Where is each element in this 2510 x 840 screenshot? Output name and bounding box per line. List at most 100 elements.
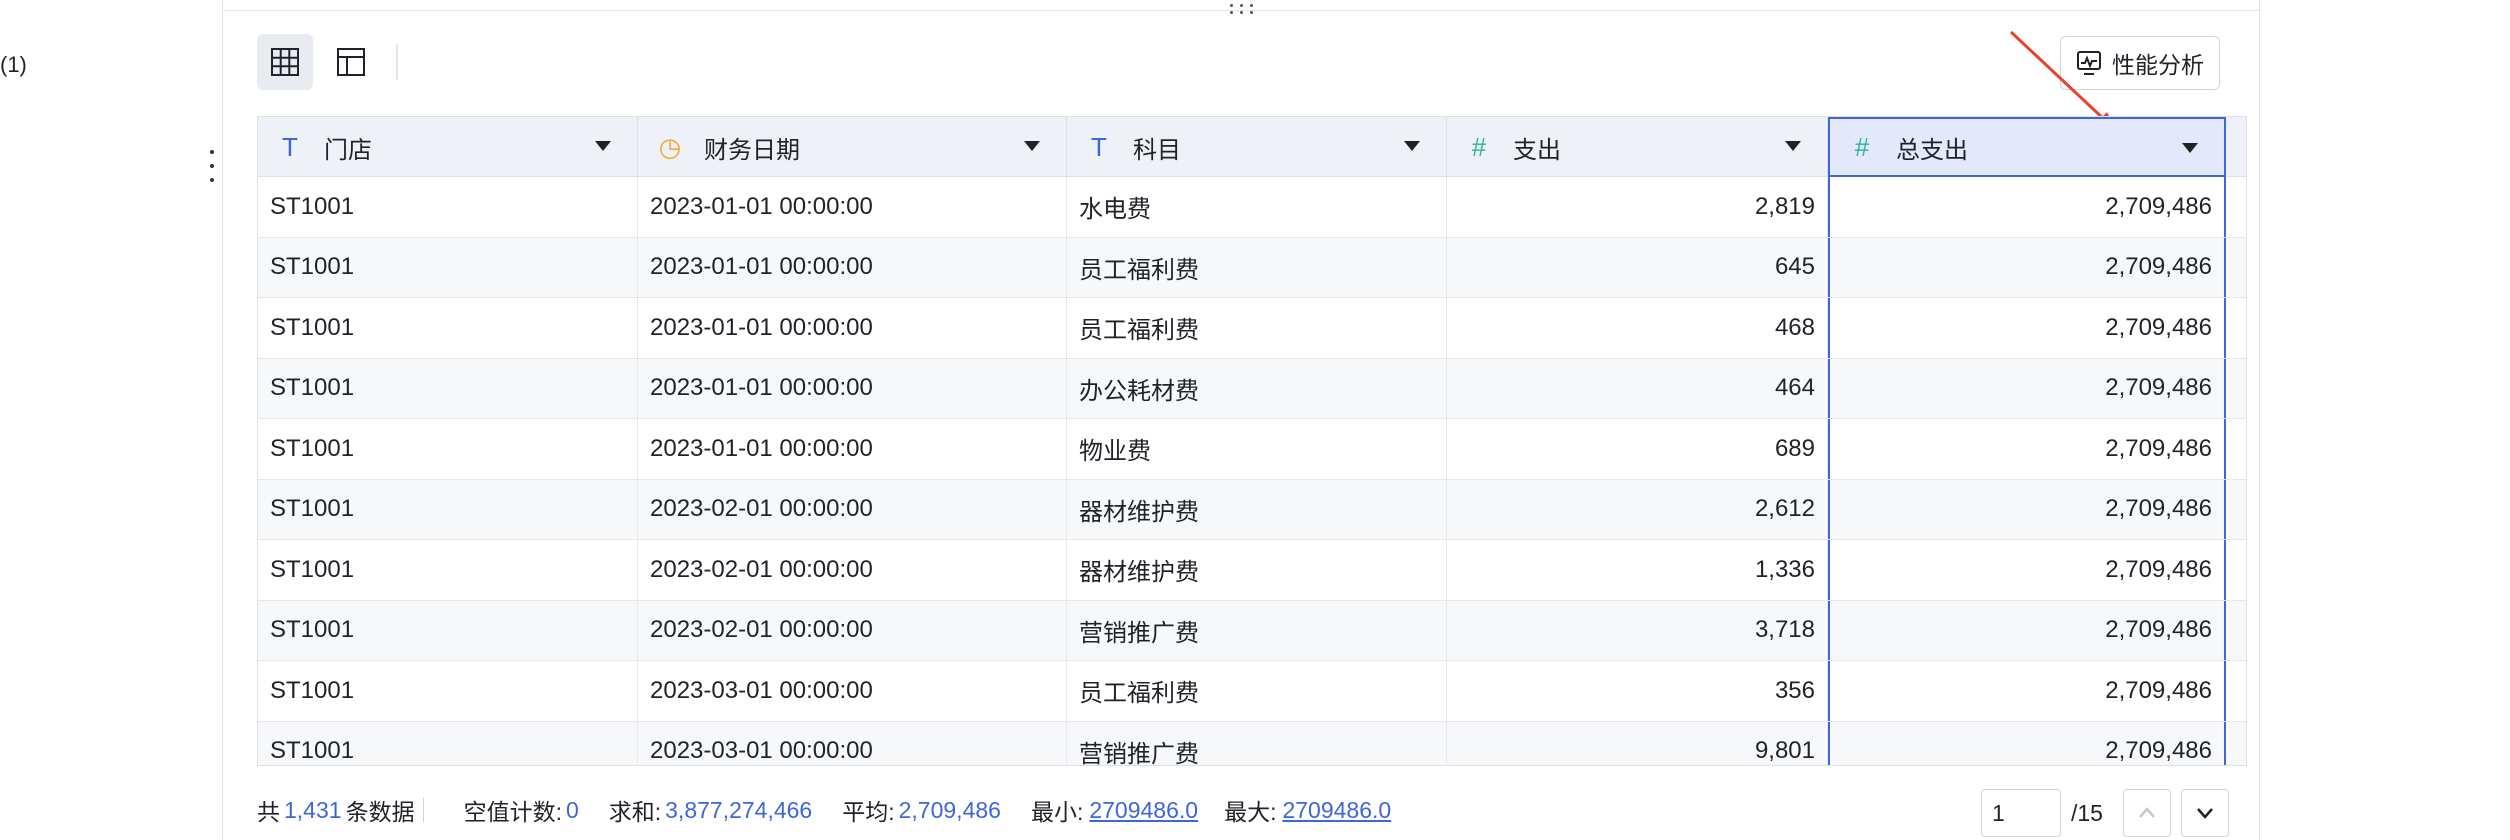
cell-finance-date[interactable]: 2023-01-01 00:00:00: [638, 177, 1067, 237]
table-row[interactable]: ST1001 2023-01-01 00:00:00 物业费 689 2,709,486: [258, 419, 2246, 480]
cell-store[interactable]: ST1001: [258, 358, 638, 418]
column-header-store[interactable]: T 门店: [258, 117, 638, 177]
cell-total-expense[interactable]: 2,709,486: [1828, 600, 2226, 660]
max-value-link[interactable]: 2709486.0: [1282, 797, 1391, 824]
min-value-link[interactable]: 2709486.0: [1089, 797, 1198, 824]
pagination: /15: [1981, 788, 2229, 838]
table-body: ST1001 2023-01-01 00:00:00 水电费 2,819 2,709,4…: [258, 177, 2246, 765]
cell-store[interactable]: ST1001: [258, 177, 638, 237]
cell-expense[interactable]: 464: [1447, 358, 1828, 418]
cell-total-expense[interactable]: 2,709,486: [1828, 661, 2226, 721]
cell-expense[interactable]: 1,336: [1447, 540, 1828, 600]
cell-finance-date[interactable]: 2023-03-01 00:00:00: [638, 721, 1067, 765]
cell-expense[interactable]: 2,612: [1447, 479, 1828, 539]
number-type-icon: #: [1854, 131, 1870, 162]
cell-finance-date[interactable]: 2023-02-01 00:00:00: [638, 600, 1067, 660]
cell-subject[interactable]: 物业费: [1067, 419, 1447, 479]
cell-expense[interactable]: 645: [1447, 237, 1828, 297]
cell-store[interactable]: ST1001: [258, 298, 638, 358]
cell-expense[interactable]: 689: [1447, 419, 1828, 479]
cell-finance-date[interactable]: 2023-01-01 00:00:00: [638, 419, 1067, 479]
table-row[interactable]: ST1001 2023-01-01 00:00:00 办公耗材费 464 2,709,4…: [258, 358, 2246, 419]
cell-expense[interactable]: 3,718: [1447, 600, 1828, 660]
cell-total-expense[interactable]: 2,709,486: [1828, 479, 2226, 539]
cell-subject[interactable]: 员工福利费: [1067, 661, 1447, 721]
text-type-icon: T: [1091, 131, 1107, 162]
cell-total-expense[interactable]: 2,709,486: [1828, 540, 2226, 600]
cell-finance-date[interactable]: 2023-01-01 00:00:00: [638, 358, 1067, 418]
cell-store[interactable]: ST1001: [258, 479, 638, 539]
page-number-input[interactable]: [1981, 789, 2061, 837]
summary-bar: 共 1,431 条数据 空值计数: 0 求和: 3,877,274,466 平均…: [257, 790, 1391, 830]
cell-finance-date[interactable]: 2023-03-01 00:00:00: [638, 661, 1067, 721]
toolbar-divider: [396, 44, 398, 80]
text-type-icon: T: [282, 131, 298, 162]
max-label: 最大:: [1224, 799, 1277, 825]
cell-expense[interactable]: 9,801: [1447, 721, 1828, 765]
summary-divider: [422, 798, 424, 822]
cell-subject[interactable]: 水电费: [1067, 177, 1447, 237]
null-count-value: 0: [565, 796, 579, 823]
cell-subject[interactable]: 器材维护费: [1067, 540, 1447, 600]
column-header-subject[interactable]: T 科目: [1067, 117, 1447, 177]
cell-expense[interactable]: 2,819: [1447, 177, 1828, 237]
side-label: (1): [0, 52, 27, 77]
cell-store[interactable]: ST1001: [258, 721, 638, 765]
table-view-button[interactable]: [257, 34, 313, 90]
dropdown-caret-icon[interactable]: [595, 141, 611, 151]
table-row[interactable]: ST1001 2023-01-01 00:00:00 员工福利费 645 2,709,4…: [258, 237, 2246, 298]
dropdown-caret-icon[interactable]: [1404, 141, 1420, 151]
cell-store[interactable]: ST1001: [258, 600, 638, 660]
dropdown-caret-icon[interactable]: [1785, 141, 1801, 151]
total-prefix: 共: [257, 799, 280, 825]
table-row[interactable]: ST1001 2023-01-01 00:00:00 员工福利费 468 2,709,4…: [258, 298, 2246, 359]
column-header-total-expense[interactable]: # 总支出: [1828, 117, 2226, 177]
table-row[interactable]: ST1001 2023-02-01 00:00:00 器材维护费 2,612 2,709…: [258, 479, 2246, 540]
next-page-button[interactable]: [2180, 789, 2229, 837]
column-header-expense[interactable]: # 支出: [1447, 117, 1828, 177]
cell-subject[interactable]: 营销推广费: [1067, 600, 1447, 660]
cell-subject[interactable]: 器材维护费: [1067, 479, 1447, 539]
cell-subject[interactable]: 员工福利费: [1067, 298, 1447, 358]
cell-subject[interactable]: 营销推广费: [1067, 721, 1447, 765]
column-header-finance-date[interactable]: ◷ 财务日期: [638, 117, 1067, 177]
cell-finance-date[interactable]: 2023-01-01 00:00:00: [638, 298, 1067, 358]
cell-finance-date[interactable]: 2023-01-01 00:00:00: [638, 237, 1067, 297]
cell-store[interactable]: ST1001: [258, 419, 638, 479]
dropdown-caret-icon[interactable]: [2182, 143, 2198, 153]
cell-store[interactable]: ST1001: [258, 540, 638, 600]
dropdown-caret-icon[interactable]: [1024, 141, 1040, 151]
cell-total-expense[interactable]: 2,709,486: [1828, 721, 2226, 765]
cell-total-expense[interactable]: 2,709,486: [1828, 358, 2226, 418]
table-row[interactable]: ST1001 2023-03-01 00:00:00 员工福利费 356 2,709,4…: [258, 661, 2246, 722]
drag-handle-icon[interactable]: [1228, 0, 1256, 18]
previous-page-button[interactable]: [2122, 789, 2171, 837]
table-row[interactable]: ST1001 2023-02-01 00:00:00 器材维护费 1,336 2,709…: [258, 540, 2246, 601]
cell-store[interactable]: ST1001: [258, 237, 638, 297]
page-total: /15: [2071, 799, 2103, 826]
data-preview-panel: 性能分析 T 门店 ◷ 财务日期 T 科目 # 支出 # 总支出 ST1001 …: [222, 0, 2260, 840]
chevron-up-icon: [2139, 807, 2155, 818]
column-label: 支出: [1513, 136, 1561, 164]
column-label: 财务日期: [704, 136, 800, 164]
column-label: 门店: [324, 136, 372, 164]
cell-subject[interactable]: 员工福利费: [1067, 237, 1447, 297]
cell-finance-date[interactable]: 2023-02-01 00:00:00: [638, 479, 1067, 539]
cell-finance-date[interactable]: 2023-02-01 00:00:00: [638, 540, 1067, 600]
table-row[interactable]: ST1001 2023-03-01 00:00:00 营销推广费 9,801 2,709…: [258, 721, 2246, 765]
more-vertical-icon[interactable]: [206, 150, 218, 182]
cell-expense[interactable]: 356: [1447, 661, 1828, 721]
cell-subject[interactable]: 办公耗材费: [1067, 358, 1447, 418]
cell-total-expense[interactable]: 2,709,486: [1828, 237, 2226, 297]
cell-total-expense[interactable]: 2,709,486: [1828, 177, 2226, 237]
layout-view-button[interactable]: [323, 34, 379, 90]
cell-total-expense[interactable]: 2,709,486: [1828, 298, 2226, 358]
table-row[interactable]: ST1001 2023-02-01 00:00:00 营销推广费 3,718 2,709…: [258, 600, 2246, 661]
table-header-row: T 门店 ◷ 财务日期 T 科目 # 支出 # 总支出: [258, 117, 2246, 177]
chevron-down-icon: [2197, 808, 2213, 819]
table-grid-icon: [271, 48, 299, 76]
cell-store[interactable]: ST1001: [258, 661, 638, 721]
cell-total-expense[interactable]: 2,709,486: [1828, 419, 2226, 479]
cell-expense[interactable]: 468: [1447, 298, 1828, 358]
table-row[interactable]: ST1001 2023-01-01 00:00:00 水电费 2,819 2,709,4…: [258, 177, 2246, 238]
